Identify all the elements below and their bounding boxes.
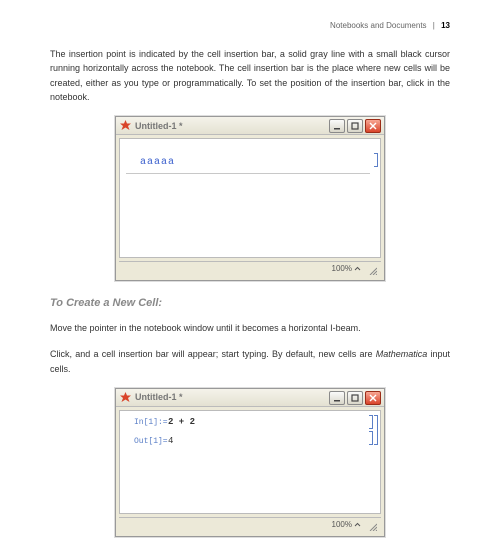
app-icon (119, 392, 131, 404)
app-icon (119, 120, 131, 132)
maximize-button[interactable] (347, 391, 363, 405)
zoom-value: 100% (332, 519, 352, 532)
out-content: 4 (168, 434, 173, 448)
zoom-indicator[interactable]: 100% (332, 519, 361, 532)
body-paragraph-1: The insertion point is indicated by the … (50, 47, 450, 105)
cell-insertion-bar (126, 173, 370, 174)
statusbar: 100% (119, 261, 381, 277)
p3-part-a: Click, and a cell insertion bar will app… (50, 349, 376, 359)
in-label: In[1]:= (134, 417, 168, 430)
window-controls (329, 119, 381, 133)
close-button[interactable] (365, 119, 381, 133)
window-controls (329, 391, 381, 405)
statusbar: 100% (119, 517, 381, 533)
out-label: Out[1]= (134, 436, 168, 449)
output-cell: Out[1]= 4 (120, 430, 380, 449)
titlebar: Untitled-1 * (116, 117, 384, 135)
notebook-content-area[interactable]: In[1]:= 2 + 2 Out[1]= 4 (119, 410, 381, 514)
window-title: Untitled-1 * (135, 119, 329, 133)
header-divider: | (433, 21, 435, 30)
page-header: Notebooks and Documents | 13 (50, 20, 450, 33)
body-paragraph-3: Click, and a cell insertion bar will app… (50, 347, 450, 376)
zoom-indicator[interactable]: 100% (332, 263, 361, 276)
typed-text: aaaaa (140, 155, 380, 171)
cell-bracket[interactable] (369, 415, 373, 429)
cell-group-bracket[interactable] (374, 415, 378, 445)
in-content: 2 + 2 (168, 415, 195, 429)
page-number: 13 (441, 21, 450, 30)
resize-grip-icon[interactable] (367, 521, 377, 531)
cell-bracket[interactable] (369, 431, 373, 445)
minimize-button[interactable] (329, 119, 345, 133)
maximize-button[interactable] (347, 119, 363, 133)
input-cell[interactable]: In[1]:= 2 + 2 (120, 411, 380, 430)
p3-italic: Mathematica (376, 349, 428, 359)
section-title: Notebooks and Documents (330, 21, 427, 30)
titlebar: Untitled-1 * (116, 389, 384, 407)
close-button[interactable] (365, 391, 381, 405)
notebook-content-area[interactable]: aaaaa (119, 138, 381, 258)
chevron-down-icon (354, 522, 361, 529)
notebook-window-2: Untitled-1 * In[1]:= 2 + 2 Out[1]= 4 (115, 388, 385, 537)
chevron-down-icon (354, 266, 361, 273)
body-paragraph-2: Move the pointer in the notebook window … (50, 321, 450, 335)
window-title: Untitled-1 * (135, 390, 329, 404)
cell-bracket[interactable] (374, 153, 378, 167)
minimize-button[interactable] (329, 391, 345, 405)
zoom-value: 100% (332, 263, 352, 276)
resize-grip-icon[interactable] (367, 265, 377, 275)
notebook-window-1: Untitled-1 * aaaaa 100% (115, 116, 385, 281)
section-heading: To Create a New Cell: (50, 295, 450, 313)
